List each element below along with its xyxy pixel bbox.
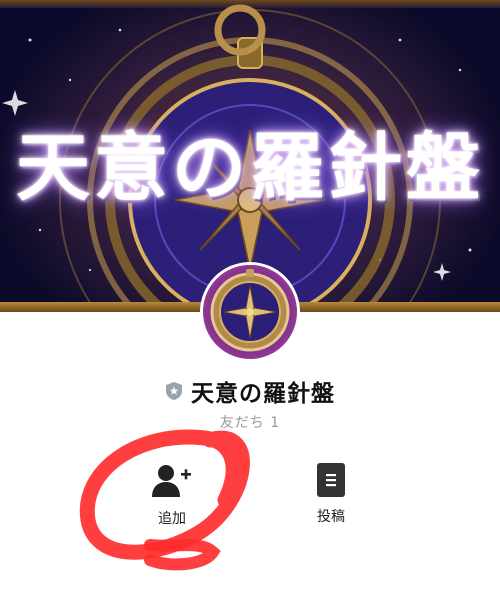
cover-title: 天意の羅針盤 bbox=[16, 125, 484, 211]
profile-name-row: 天意の羅針盤 bbox=[0, 376, 500, 407]
post-list-icon bbox=[317, 463, 345, 497]
post-label: 投稿 bbox=[317, 509, 345, 525]
avatar[interactable] bbox=[203, 265, 297, 359]
profile-name: 天意の羅針盤 bbox=[191, 381, 335, 407]
add-friend-label: 追加 bbox=[158, 511, 186, 527]
add-friend-icon bbox=[152, 465, 191, 497]
add-friend-button[interactable]: 追加 bbox=[132, 463, 212, 528]
post-button[interactable]: 投稿 bbox=[291, 463, 371, 526]
compass-avatar-image bbox=[210, 269, 290, 352]
friends-count[interactable]: 友だち 1 bbox=[0, 412, 500, 432]
shield-badge-icon bbox=[166, 382, 182, 400]
